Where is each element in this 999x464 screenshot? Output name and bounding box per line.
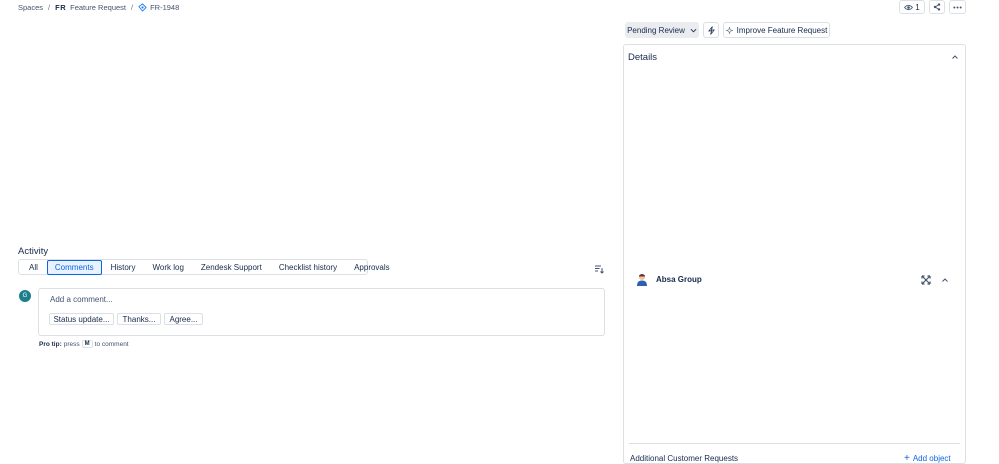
keyboard-key: M [81, 340, 93, 348]
share-button[interactable] [929, 0, 945, 14]
tab-approvals[interactable]: Approvals [346, 260, 398, 275]
tab-zendesk-support[interactable]: Zendesk Support [193, 260, 270, 275]
tab-all[interactable]: All [21, 260, 46, 275]
quick-reply-thanks[interactable]: Thanks... [117, 313, 161, 325]
tab-comments[interactable]: Comments [46, 259, 102, 275]
quick-reply-status-update[interactable]: Status update... [49, 313, 114, 325]
project-key-icon: FR [55, 2, 67, 12]
quick-reply-agree[interactable]: Agree... [164, 313, 203, 325]
tab-work-log[interactable]: Work log [144, 260, 191, 275]
comment-placeholder: Add a comment... [50, 295, 113, 304]
watch-button[interactable]: 1 [899, 0, 925, 14]
expand-arrows-icon[interactable] [921, 275, 931, 285]
details-panel [623, 44, 966, 464]
chevron-up-icon[interactable] [941, 276, 949, 284]
pro-tip-press: press [63, 340, 80, 348]
status-label: Pending Review [627, 25, 685, 35]
issue-type-icon [138, 2, 147, 12]
improve-request-button[interactable]: Improve Feature Request [723, 22, 830, 38]
improve-request-label: Improve Feature Request [736, 25, 828, 35]
sort-icon[interactable] [594, 264, 604, 274]
avatar: G [19, 290, 31, 302]
breadcrumb-project-link[interactable]: Feature Request [70, 3, 126, 12]
object-label[interactable]: Absa Group [656, 275, 702, 284]
panel-divider [629, 443, 960, 444]
chevron-up-icon[interactable] [951, 53, 959, 61]
plus-icon: + [904, 452, 910, 464]
pro-tip: Pro tip: press M to comment [39, 340, 129, 348]
more-icon [953, 6, 962, 8]
breadcrumb-issue-link[interactable]: FR-1948 [150, 3, 179, 12]
tab-checklist-history[interactable]: Checklist history [271, 260, 345, 275]
breadcrumb-separator: / [48, 2, 51, 12]
tab-history[interactable]: History [103, 260, 144, 275]
automation-button[interactable] [703, 22, 719, 38]
chevron-down-icon [690, 28, 697, 32]
comment-input[interactable] [38, 288, 605, 336]
details-title: Details [628, 52, 658, 63]
breadcrumb: Spaces / FR Feature Request / FR-1948 [18, 1, 179, 13]
person-icon [637, 274, 647, 286]
status-dropdown[interactable]: Pending Review [625, 22, 699, 38]
pro-tip-suffix: to comment [94, 340, 129, 348]
eye-icon [904, 4, 914, 10]
activity-tabs: All Comments History Work log Zendesk Su… [18, 259, 390, 275]
share-icon [933, 3, 941, 11]
more-actions-button[interactable] [949, 0, 966, 14]
activity-title: Activity [18, 246, 49, 257]
watchers-count: 1 [915, 2, 920, 12]
sparkle-icon [725, 26, 733, 34]
pro-tip-label: Pro tip: [39, 340, 62, 348]
lightning-icon [707, 25, 715, 35]
breadcrumb-spaces-link[interactable]: Spaces [18, 3, 43, 12]
breadcrumb-separator: / [131, 2, 134, 12]
